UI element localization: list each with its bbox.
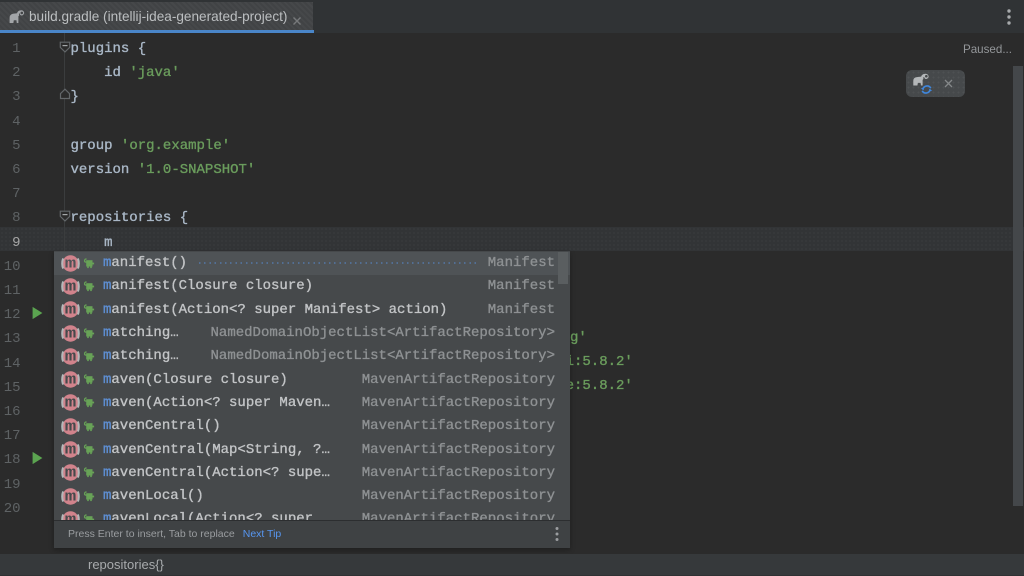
- svg-text:m: m: [65, 373, 77, 389]
- svg-text:m: m: [65, 256, 77, 272]
- svg-text:m: m: [65, 326, 77, 342]
- svg-text:m: m: [65, 512, 77, 520]
- svg-text:m: m: [65, 396, 77, 412]
- svg-text:m: m: [65, 466, 77, 482]
- svg-text:m: m: [65, 442, 77, 458]
- svg-text:m: m: [65, 419, 77, 435]
- svg-text:m: m: [65, 303, 77, 319]
- svg-text:m: m: [65, 279, 77, 295]
- svg-text:m: m: [65, 349, 77, 365]
- svg-text:m: m: [65, 489, 77, 505]
